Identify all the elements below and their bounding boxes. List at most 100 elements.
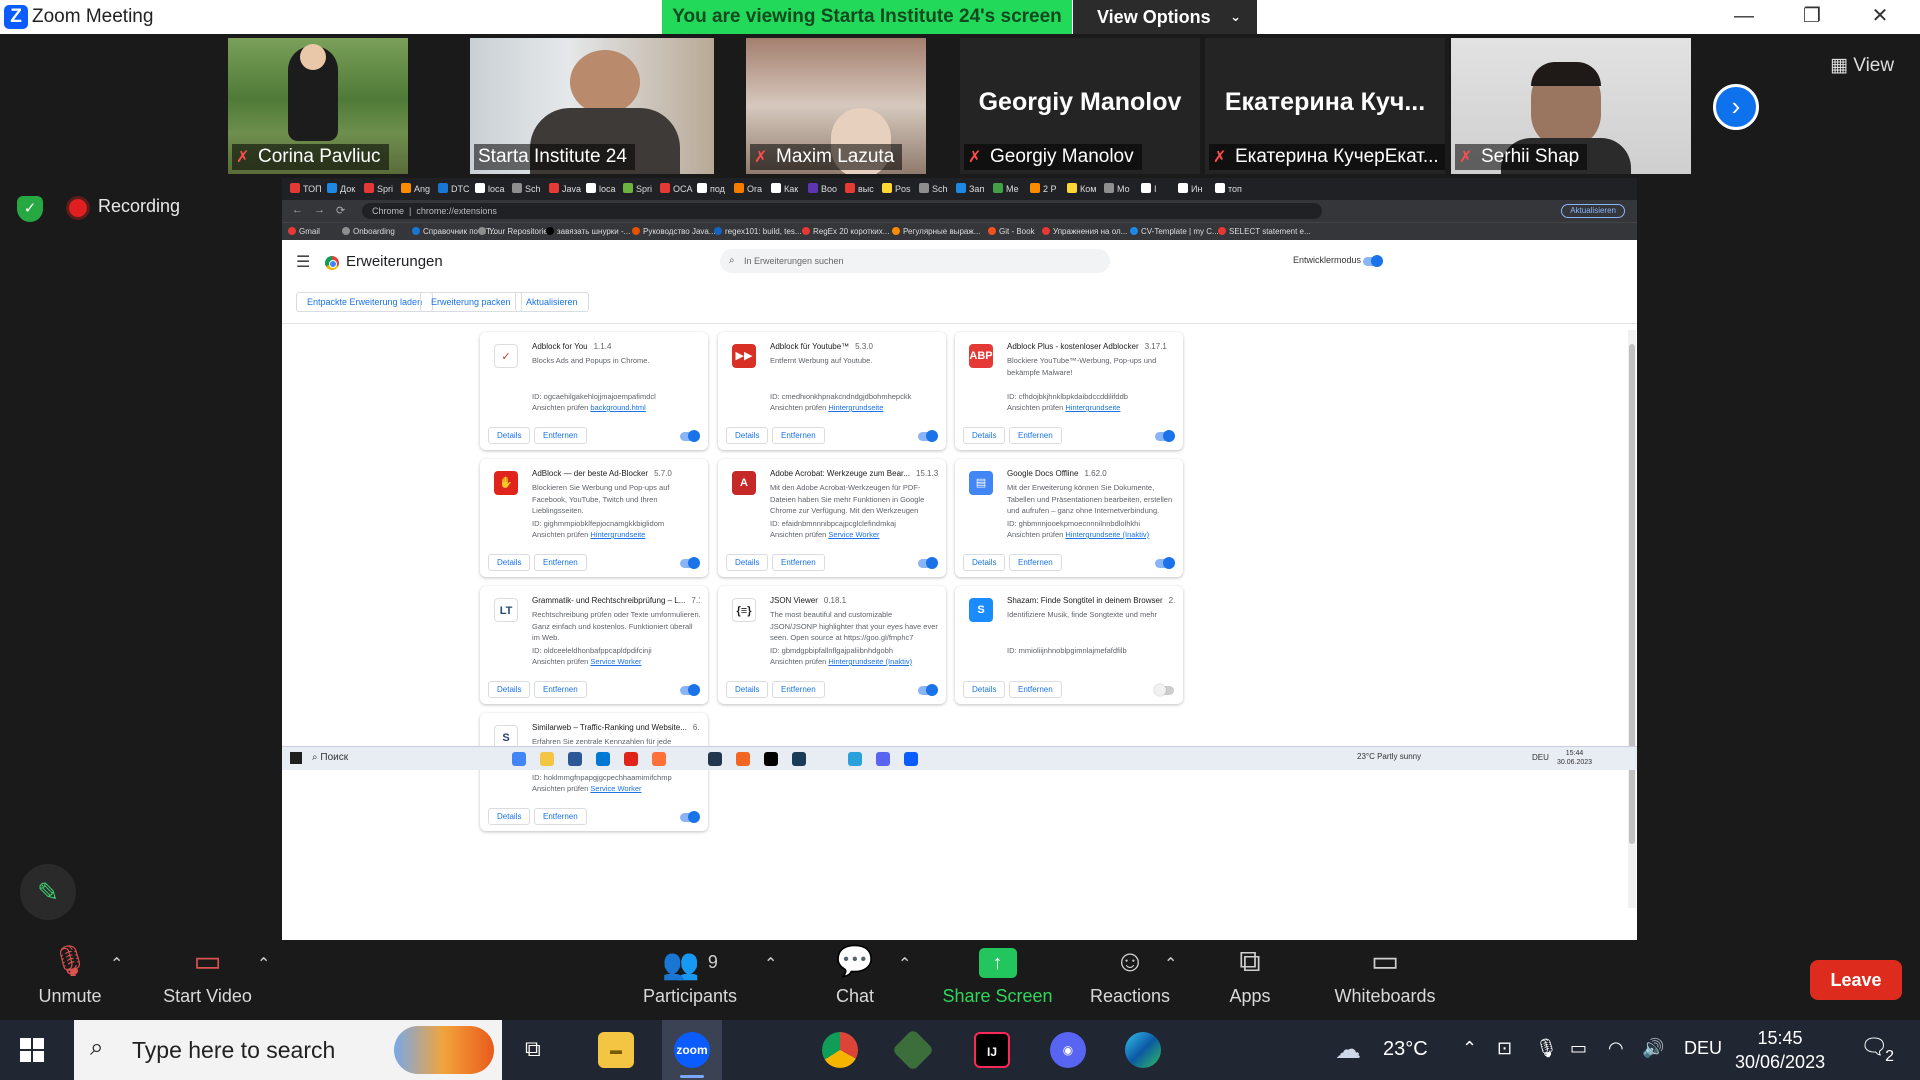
participant-tile[interactable]: Georgiy Manolov ✗ Georgiy Manolov <box>960 38 1200 174</box>
participant-tile[interactable]: ✗ Serhii Shap <box>1451 38 1691 174</box>
remote-intellij-icon <box>764 752 778 766</box>
minimize-button[interactable]: — <box>1710 0 1778 34</box>
mic-muted-icon: ✗ <box>1213 149 1227 166</box>
video-gallery-strip: ✗ Corina Pavliuc Starta Institute 24 ✗ Max… <box>0 34 1920 180</box>
whiteboards-button[interactable]: ▭ Whiteboards <box>1320 940 1450 1020</box>
extension-description: Mit den Adobe Acrobat-Werkzeugen für PDF… <box>770 483 925 515</box>
address-prefix: Chrome <box>372 206 405 216</box>
start-video-button[interactable]: ▭ Start Video <box>140 940 275 1020</box>
chrome-tab-label: DTC <box>451 184 470 194</box>
extension-views: Ansichten prüfen Hintergrundseite <box>532 530 645 539</box>
notification-center-button[interactable]: 🗨 2 <box>1860 1034 1894 1065</box>
chat-button[interactable]: 💬 Chat <box>810 940 900 1020</box>
participant-tile[interactable]: Екатерина Куч... ✗ Екатерина КучерЕкат... <box>1205 38 1445 174</box>
extension-views: Ansichten prüfen background.html <box>532 403 646 412</box>
chrome-tab: выс <box>845 181 874 198</box>
extension-name-row: Grammatik- und Rechtschreibprüfung – L..… <box>532 596 700 605</box>
chrome-tab-label: Док <box>340 184 356 194</box>
details-button: Details <box>488 681 531 698</box>
taskbar-clock[interactable]: 15:45 30/06/2023 <box>1735 1026 1825 1074</box>
git-client-icon[interactable] <box>891 1028 935 1072</box>
taskbar-search-box[interactable]: ⌕ Type here to search <box>74 1020 502 1080</box>
weather-cloud-icon[interactable]: ☁ <box>1335 1034 1361 1065</box>
participant-caption: ✗ Corina Pavliuc <box>232 144 389 170</box>
extension-description: Blockieren Sie Werbung und Pop-ups auf F… <box>532 483 670 515</box>
chrome-taskbar-icon[interactable] <box>822 1032 858 1068</box>
battery-icon[interactable]: ▭ <box>1570 1038 1587 1059</box>
input-language[interactable]: DEU <box>1684 1038 1722 1059</box>
edge-icon[interactable] <box>1125 1032 1161 1068</box>
chrome-tab-label: Pos <box>895 184 911 194</box>
details-button: Details <box>726 681 769 698</box>
details-button: Details <box>488 427 531 444</box>
share-screen-button[interactable]: ↑ Share Screen <box>930 940 1065 1020</box>
view-options-button[interactable]: View Options ⌄ <box>1073 0 1257 34</box>
wifi-icon[interactable]: ◠ <box>1608 1038 1624 1059</box>
bookmark-label: Регулярные выраж... <box>903 227 981 236</box>
extension-views: Ansichten prüfen Hintergrundseite (Inakt… <box>770 657 912 666</box>
extension-icon: S <box>969 598 993 622</box>
extension-card: ABP Adblock Plus - kostenloser Adblocker 3… <box>955 332 1183 450</box>
chrome-tab-label: Spri <box>636 184 653 194</box>
annotate-pencil-button[interactable]: ✎ <box>20 864 76 920</box>
extension-name-row: Shazam: Finde Songtitel in deinem Browse… <box>1007 596 1175 605</box>
zoom-taskbar-icon[interactable]: zoom <box>674 1032 710 1068</box>
views-prefix: Ansichten prüfen <box>532 657 589 666</box>
chat-options-caret-icon[interactable]: ⌃ <box>898 954 911 974</box>
audio-options-caret-icon[interactable]: ⌃ <box>110 954 123 974</box>
microphone-icon[interactable]: 🎙 <box>1535 1038 1558 1059</box>
participant-caption: ✗ Georgiy Manolov <box>964 144 1142 170</box>
extension-card: {≡} JSON Viewer 0.18.1 The most beautiful a… <box>718 586 946 704</box>
intellij-icon[interactable]: IJ <box>974 1032 1010 1068</box>
tab-favicon-icon <box>1104 183 1114 193</box>
participant-tile[interactable]: ✗ Maxim Lazuta <box>746 38 926 174</box>
discord-icon[interactable]: ◉ <box>1050 1032 1086 1068</box>
restore-button[interactable]: ❐ <box>1778 0 1846 34</box>
windows-start-button[interactable] <box>20 1038 44 1062</box>
apps-button[interactable]: ⧉ Apps <box>1210 940 1290 1020</box>
bookmark-favicon-icon <box>288 227 296 235</box>
extension-icon: ✓ <box>494 344 518 368</box>
search-placeholder: In Erweiterungen suchen <box>744 256 844 266</box>
reactions-button[interactable]: ☺ Reactions <box>1080 940 1180 1020</box>
chrome-tab: Ком <box>1067 181 1096 198</box>
share-screen-label: Share Screen <box>942 986 1053 1006</box>
extension-enable-toggle <box>680 557 700 569</box>
gallery-view-button[interactable]: ▦ View <box>1830 54 1894 77</box>
bookmark-label: Руководство Java... <box>643 227 716 236</box>
encryption-shield-icon[interactable]: ✓ <box>17 196 43 222</box>
next-page-button[interactable]: › <box>1713 84 1759 130</box>
participant-tile[interactable]: ✗ Corina Pavliuc <box>228 38 408 174</box>
participants-button[interactable]: 👥 9 Participants <box>620 940 760 1020</box>
participants-options-caret-icon[interactable]: ⌃ <box>764 954 777 974</box>
tab-favicon-icon <box>1215 183 1225 193</box>
bookmark-item: Gmail <box>288 225 320 239</box>
extension-views: Ansichten prüfen Service Worker <box>532 657 642 666</box>
meet-now-icon[interactable]: ⊡ <box>1497 1038 1512 1059</box>
extension-icon: ABP <box>969 344 993 368</box>
leave-button[interactable]: Leave <box>1810 960 1902 1000</box>
unmute-button[interactable]: 🎙 Unmute <box>20 940 120 1020</box>
chrome-tab: Зап <box>956 181 984 198</box>
recording-label[interactable]: Recording <box>98 196 180 217</box>
reactions-label: Reactions <box>1089 986 1171 1006</box>
volume-icon[interactable]: 🔊 <box>1642 1038 1664 1059</box>
temperature-label[interactable]: 23°C <box>1383 1038 1428 1061</box>
details-button: Details <box>726 427 769 444</box>
chrome-tab: Java <box>549 181 581 198</box>
show-hidden-icons-icon[interactable]: ⌃ <box>1462 1038 1477 1059</box>
participant-tile-active-speaker[interactable]: Starta Institute 24 <box>470 38 714 174</box>
close-button[interactable]: ✕ <box>1846 0 1914 34</box>
chrome-tab: Boo <box>808 181 837 198</box>
extension-view-link: Hintergrundseite (Inaktiv) <box>1065 530 1150 539</box>
extension-card: ▤ Google Docs Offline 1.62.0 Mit der Erweit… <box>955 459 1183 577</box>
reactions-options-caret-icon[interactable]: ⌃ <box>1164 954 1177 974</box>
tab-favicon-icon <box>1030 183 1040 193</box>
remote-store-icon <box>568 752 582 766</box>
bookmark-favicon-icon <box>632 227 640 235</box>
participant-caption: ✗ Maxim Lazuta <box>750 144 903 170</box>
file-explorer-icon[interactable]: ▬ <box>598 1032 634 1068</box>
task-view-icon[interactable]: ⧉ <box>525 1036 541 1062</box>
video-options-caret-icon[interactable]: ⌃ <box>257 954 270 974</box>
participant-display-name: Екатерина Куч... <box>1224 88 1426 116</box>
